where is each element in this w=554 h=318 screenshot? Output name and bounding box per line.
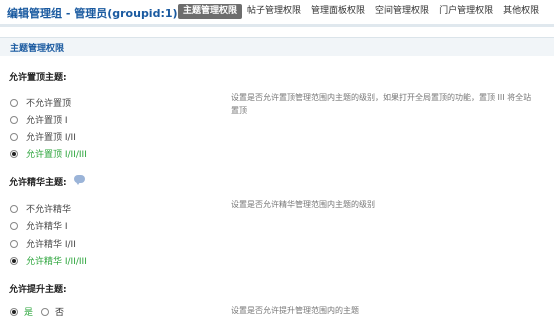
digest-description: 设置是否允许精华管理范围内主题的级别	[231, 200, 375, 209]
sticky-option-1[interactable]: 允许置顶 I	[10, 113, 68, 126]
sticky-option-3[interactable]: 允许置顶 I/II/III	[10, 147, 87, 160]
header-divider	[0, 24, 554, 27]
q-digest-label: 允许精华主题:	[9, 178, 67, 188]
radio-icon[interactable]	[10, 204, 18, 213]
digest-option-1[interactable]: 允许精华 I	[10, 219, 68, 232]
page-title: 编辑管理组 - 管理员(groupid:1)	[7, 7, 178, 20]
q-bump-label: 允许提升主题:	[9, 285, 67, 295]
radio-icon[interactable]	[10, 132, 18, 141]
tab-portal-permissions[interactable]: 门户管理权限	[434, 4, 498, 19]
tab-space-permissions[interactable]: 空间管理权限	[370, 4, 434, 19]
digest-option-2[interactable]: 允许精华 I/II	[10, 237, 76, 250]
tab-post-permissions[interactable]: 帖子管理权限	[242, 4, 306, 19]
sticky-option-2[interactable]: 允许置顶 I/II	[10, 130, 76, 143]
radio-checked-icon[interactable]	[10, 256, 18, 265]
radio-icon[interactable]	[41, 307, 50, 316]
bump-description: 设置是否允许提升管理范围内的主题	[231, 306, 359, 315]
tab-bar: 主题管理权限 帖子管理权限 管理面板权限 空间管理权限 门户管理权限 其他权限	[178, 4, 544, 19]
digest-option-0[interactable]: 不允许精华	[10, 202, 71, 215]
bump-option-yes[interactable]: 是	[10, 305, 33, 318]
tab-panel-permissions[interactable]: 管理面板权限	[306, 4, 370, 19]
sticky-description: 设置是否允许置顶管理范围内主题的级别，如果打开全局置顶的功能，置顶 III 将全…	[231, 93, 532, 115]
section-title: 主题管理权限	[10, 44, 65, 54]
help-bubble-icon[interactable]	[74, 175, 85, 185]
tab-other-permissions[interactable]: 其他权限	[498, 4, 544, 19]
radio-icon[interactable]	[10, 115, 18, 124]
radio-icon[interactable]	[10, 98, 18, 107]
digest-option-3[interactable]: 允许精华 I/II/III	[10, 254, 87, 267]
bump-options: 是 否	[10, 305, 72, 318]
radio-icon[interactable]	[10, 221, 18, 230]
radio-icon[interactable]	[10, 239, 18, 248]
sticky-option-0[interactable]: 不允许置顶	[10, 96, 71, 109]
tab-thread-permissions[interactable]: 主题管理权限	[178, 4, 243, 19]
radio-checked-icon[interactable]	[10, 307, 18, 316]
bump-option-no[interactable]: 否	[41, 305, 64, 318]
q-sticky-label: 允许置顶主题:	[9, 73, 67, 83]
radio-checked-icon[interactable]	[10, 149, 18, 158]
section-header: 主题管理权限	[0, 37, 554, 56]
